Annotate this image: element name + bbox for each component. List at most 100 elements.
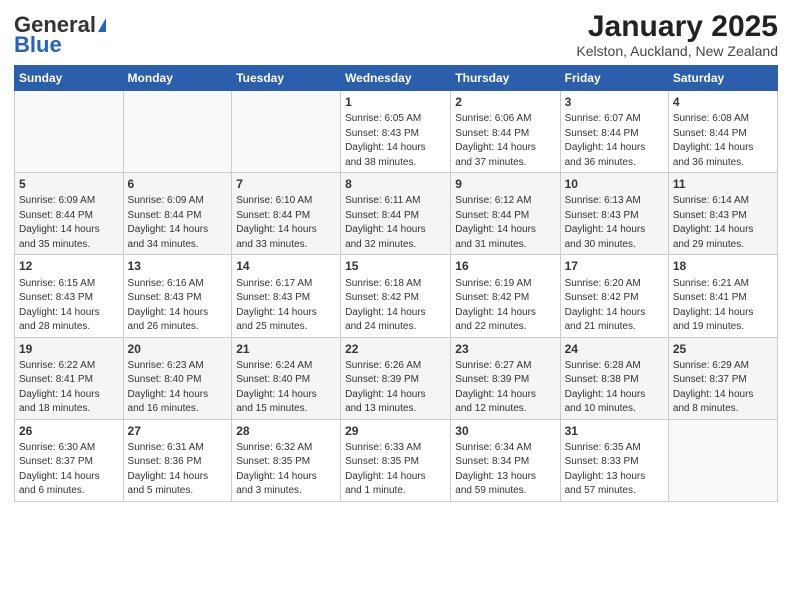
table-row: 31 Sunrise: 6:35 AMSunset: 8:33 PMDayligh…	[560, 419, 668, 501]
day-info: Sunrise: 6:10 AMSunset: 8:44 PMDaylight:…	[236, 195, 317, 250]
calendar-title: January 2025	[576, 10, 778, 43]
day-info: Sunrise: 6:26 AMSunset: 8:39 PMDaylight:…	[345, 360, 426, 415]
day-info: Sunrise: 6:18 AMSunset: 8:42 PMDaylight:…	[345, 278, 426, 333]
day-info: Sunrise: 6:23 AMSunset: 8:40 PMDaylight:…	[128, 360, 209, 415]
day-info: Sunrise: 6:09 AMSunset: 8:44 PMDaylight:…	[128, 195, 209, 250]
col-thursday: Thursday	[451, 66, 560, 91]
table-row: 5 Sunrise: 6:09 AMSunset: 8:44 PMDaylight…	[15, 173, 124, 255]
day-number: 29	[345, 423, 446, 439]
table-row	[232, 91, 341, 173]
day-number: 17	[565, 258, 664, 274]
table-row: 24Sunrise: 6:28 AMSunset: 8:38 PMDayligh…	[560, 337, 668, 419]
table-row: 23Sunrise: 6:27 AMSunset: 8:39 PMDayligh…	[451, 337, 560, 419]
table-row: 3Sunrise: 6:07 AMSunset: 8:44 PMDaylight…	[560, 91, 668, 173]
day-info: Sunrise: 6:24 AMSunset: 8:40 PMDaylight:…	[236, 360, 317, 415]
calendar-week-row: 12 Sunrise: 6:15 AMSunset: 8:43 PMDayligh…	[15, 255, 778, 337]
day-info: Sunrise: 6:16 AMSunset: 8:43 PMDaylight:…	[128, 278, 209, 333]
header-row: General Blue January 2025 Kelston, Auckl…	[14, 10, 778, 59]
day-info: Sunrise: 6:32 AMSunset: 8:35 PMDaylight:…	[236, 442, 317, 497]
day-number: 5	[19, 176, 119, 192]
table-row: 11 Sunrise: 6:14 AMSunset: 8:43 PMDayligh…	[668, 173, 777, 255]
table-row: 27Sunrise: 6:31 AMSunset: 8:36 PMDayligh…	[123, 419, 232, 501]
table-row: 13 Sunrise: 6:16 AMSunset: 8:43 PMDayligh…	[123, 255, 232, 337]
day-number: 9	[455, 176, 555, 192]
logo-triangle-icon	[98, 18, 106, 32]
day-number: 14	[236, 258, 336, 274]
day-info: Sunrise: 6:14 AMSunset: 8:43 PMDaylight:…	[673, 195, 754, 250]
day-info: Sunrise: 6:06 AMSunset: 8:44 PMDaylight:…	[455, 113, 536, 168]
day-info: Sunrise: 6:29 AMSunset: 8:37 PMDaylight:…	[673, 360, 754, 415]
col-saturday: Saturday	[668, 66, 777, 91]
day-info: Sunrise: 6:28 AMSunset: 8:38 PMDaylight:…	[565, 360, 646, 415]
day-number: 13	[128, 258, 228, 274]
day-number: 22	[345, 341, 446, 357]
day-number: 1	[345, 94, 446, 110]
table-row: 26 Sunrise: 6:30 AMSunset: 8:37 PMDayligh…	[15, 419, 124, 501]
day-info: Sunrise: 6:15 AMSunset: 8:43 PMDaylight:…	[19, 278, 100, 333]
title-block: January 2025 Kelston, Auckland, New Zeal…	[576, 10, 778, 59]
table-row	[123, 91, 232, 173]
day-info: Sunrise: 6:11 AMSunset: 8:44 PMDaylight:…	[345, 195, 426, 250]
col-monday: Monday	[123, 66, 232, 91]
calendar-week-row: 5 Sunrise: 6:09 AMSunset: 8:44 PMDaylight…	[15, 173, 778, 255]
table-row: 14Sunrise: 6:17 AMSunset: 8:43 PMDayligh…	[232, 255, 341, 337]
table-row: 29Sunrise: 6:33 AMSunset: 8:35 PMDayligh…	[341, 419, 451, 501]
day-info: Sunrise: 6:22 AMSunset: 8:41 PMDaylight:…	[19, 360, 100, 415]
table-row: 10Sunrise: 6:13 AMSunset: 8:43 PMDayligh…	[560, 173, 668, 255]
day-number: 31	[565, 423, 664, 439]
table-row: 21 Sunrise: 6:24 AMSunset: 8:40 PMDayligh…	[232, 337, 341, 419]
table-row: 22 Sunrise: 6:26 AMSunset: 8:39 PMDayligh…	[341, 337, 451, 419]
table-row: 9 Sunrise: 6:12 AMSunset: 8:44 PMDaylight…	[451, 173, 560, 255]
day-number: 7	[236, 176, 336, 192]
day-info: Sunrise: 6:31 AMSunset: 8:36 PMDaylight:…	[128, 442, 209, 497]
day-number: 20	[128, 341, 228, 357]
day-info: Sunrise: 6:07 AMSunset: 8:44 PMDaylight:…	[565, 113, 646, 168]
table-row: 6 Sunrise: 6:09 AMSunset: 8:44 PMDaylight…	[123, 173, 232, 255]
table-row: 2 Sunrise: 6:06 AMSunset: 8:44 PMDaylight…	[451, 91, 560, 173]
calendar-header-row: Sunday Monday Tuesday Wednesday Thursday…	[15, 66, 778, 91]
day-info: Sunrise: 6:20 AMSunset: 8:42 PMDaylight:…	[565, 278, 646, 333]
day-info: Sunrise: 6:12 AMSunset: 8:44 PMDaylight:…	[455, 195, 536, 250]
day-number: 18	[673, 258, 773, 274]
table-row: 17 Sunrise: 6:20 AMSunset: 8:42 PMDayligh…	[560, 255, 668, 337]
day-number: 19	[19, 341, 119, 357]
col-friday: Friday	[560, 66, 668, 91]
day-info: Sunrise: 6:19 AMSunset: 8:42 PMDaylight:…	[455, 278, 536, 333]
day-number: 6	[128, 176, 228, 192]
logo-blue: Blue	[14, 34, 62, 56]
calendar-subtitle: Kelston, Auckland, New Zealand	[576, 43, 778, 59]
day-info: Sunrise: 6:30 AMSunset: 8:37 PMDaylight:…	[19, 442, 100, 497]
table-row	[15, 91, 124, 173]
calendar-week-row: 26 Sunrise: 6:30 AMSunset: 8:37 PMDayligh…	[15, 419, 778, 501]
day-number: 11	[673, 176, 773, 192]
day-number: 28	[236, 423, 336, 439]
table-row: 8 Sunrise: 6:11 AMSunset: 8:44 PMDaylight…	[341, 173, 451, 255]
day-number: 4	[673, 94, 773, 110]
table-row: 18 Sunrise: 6:21 AMSunset: 8:41 PMDayligh…	[668, 255, 777, 337]
day-info: Sunrise: 6:05 AMSunset: 8:43 PMDaylight:…	[345, 113, 426, 168]
table-row: 28 Sunrise: 6:32 AMSunset: 8:35 PMDayligh…	[232, 419, 341, 501]
day-info: Sunrise: 6:21 AMSunset: 8:41 PMDaylight:…	[673, 278, 754, 333]
table-row: 15 Sunrise: 6:18 AMSunset: 8:42 PMDayligh…	[341, 255, 451, 337]
day-info: Sunrise: 6:35 AMSunset: 8:33 PMDaylight:…	[565, 442, 646, 497]
day-info: Sunrise: 6:08 AMSunset: 8:44 PMDaylight:…	[673, 113, 754, 168]
day-number: 2	[455, 94, 555, 110]
table-row: 19 Sunrise: 6:22 AMSunset: 8:41 PMDayligh…	[15, 337, 124, 419]
day-info: Sunrise: 6:09 AMSunset: 8:44 PMDaylight:…	[19, 195, 100, 250]
table-row: 16 Sunrise: 6:19 AMSunset: 8:42 PMDayligh…	[451, 255, 560, 337]
calendar-week-row: 1 Sunrise: 6:05 AMSunset: 8:43 PMDaylight…	[15, 91, 778, 173]
page-container: General Blue January 2025 Kelston, Auckl…	[0, 0, 792, 510]
day-info: Sunrise: 6:27 AMSunset: 8:39 PMDaylight:…	[455, 360, 536, 415]
day-info: Sunrise: 6:13 AMSunset: 8:43 PMDaylight:…	[565, 195, 646, 250]
day-number: 25	[673, 341, 773, 357]
table-row	[668, 419, 777, 501]
table-row: 7 Sunrise: 6:10 AMSunset: 8:44 PMDaylight…	[232, 173, 341, 255]
day-number: 21	[236, 341, 336, 357]
logo: General Blue	[14, 14, 106, 56]
col-tuesday: Tuesday	[232, 66, 341, 91]
day-number: 8	[345, 176, 446, 192]
day-number: 15	[345, 258, 446, 274]
day-number: 12	[19, 258, 119, 274]
day-number: 26	[19, 423, 119, 439]
day-number: 16	[455, 258, 555, 274]
